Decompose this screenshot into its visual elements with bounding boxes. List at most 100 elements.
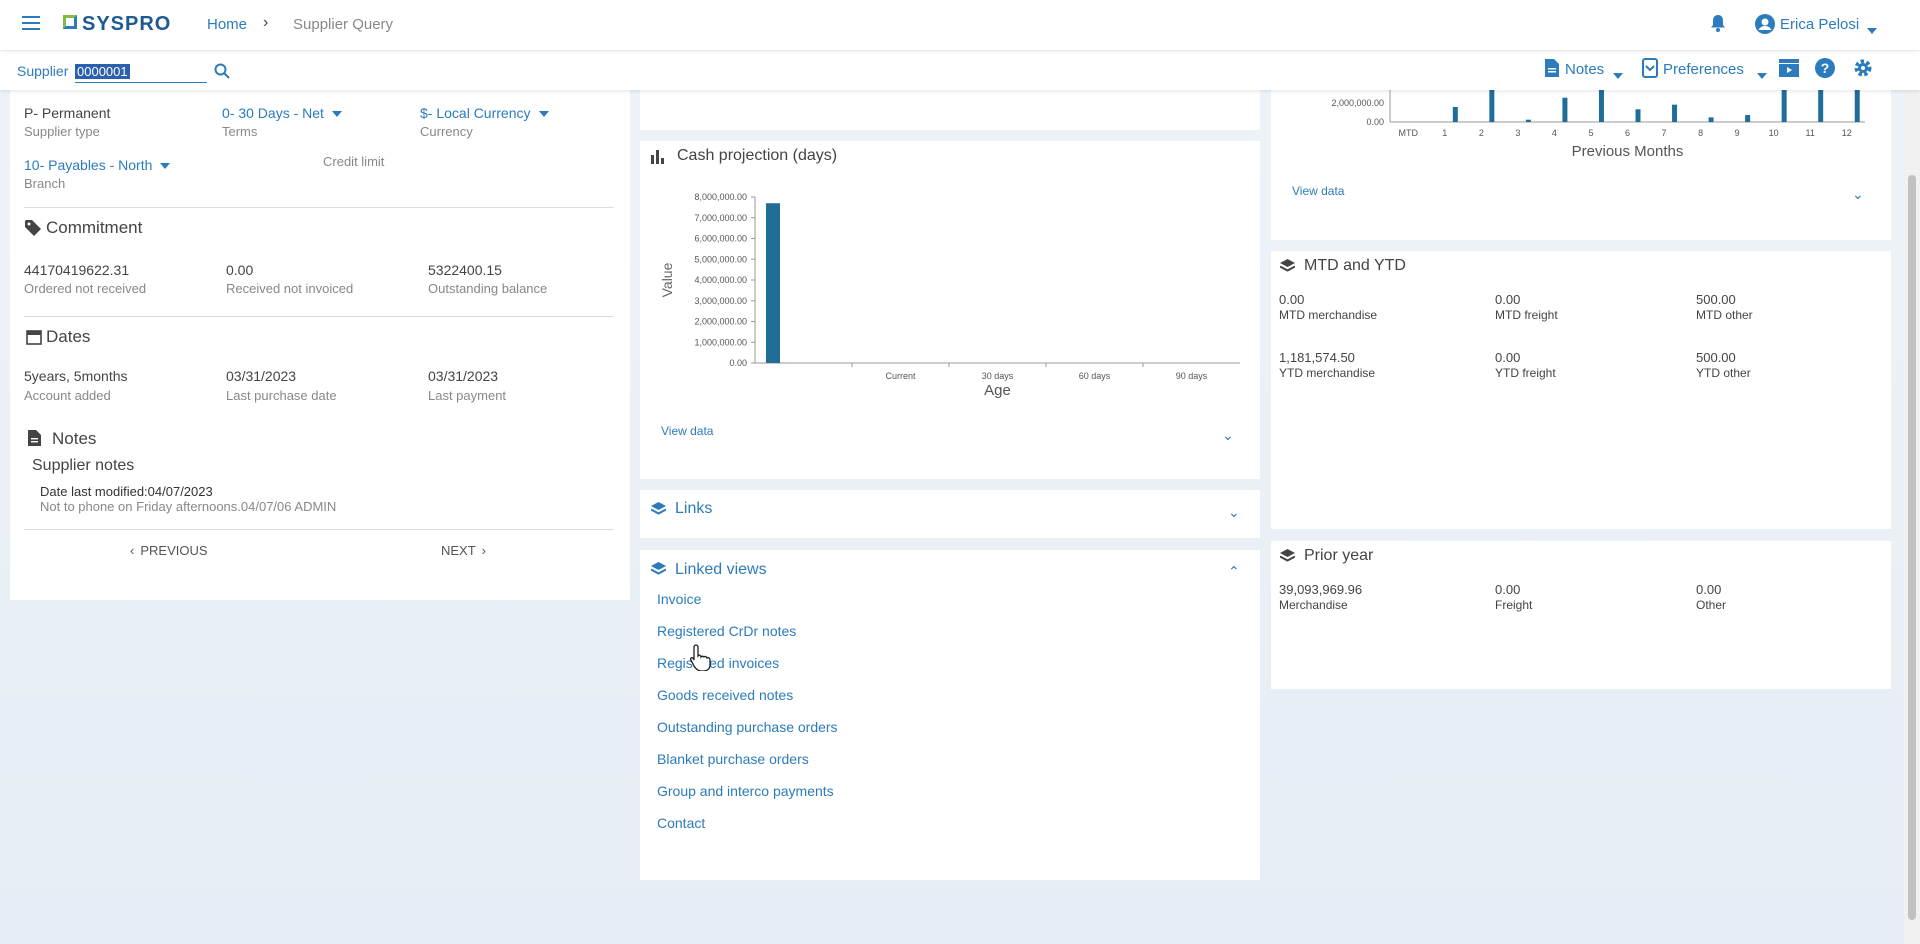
links-panel (640, 490, 1260, 538)
ytd-merchandise-value: 1,181,574.50 (1279, 350, 1355, 365)
bar (1489, 90, 1495, 122)
y-tick-label: 2,000,000.00 (1331, 98, 1384, 108)
bar (1854, 90, 1860, 122)
help-icon[interactable]: ? (1815, 58, 1835, 83)
links-title[interactable]: Links (675, 500, 712, 518)
x-tick-label: 10 (1769, 128, 1779, 138)
x-tick-label: 1 (1442, 128, 1447, 138)
cash-projection-view-data[interactable]: View data (661, 424, 713, 438)
bar (1452, 106, 1458, 122)
linked-view-blanket-purchase-orders[interactable]: Blanket purchase orders (657, 751, 809, 767)
last-purchase-date-label: Last purchase date (226, 388, 337, 403)
terms-dropdown[interactable]: 0- 30 Days - Net (222, 105, 342, 121)
bar (1672, 104, 1678, 122)
bar (1525, 119, 1531, 122)
dates-title: Dates (46, 327, 91, 346)
hand-cursor-icon (689, 643, 712, 676)
notes-date-modified: Date last modified:04/07/2023 (40, 484, 213, 499)
x-tick-label: 8 (1698, 128, 1703, 138)
last-payment-label: Last payment (428, 388, 507, 403)
syspro-logo-icon (63, 15, 77, 29)
clapper-icon[interactable] (1779, 59, 1799, 82)
notes-title: Notes (52, 429, 97, 448)
chevron-right-icon: › (263, 14, 269, 31)
bar-chart-icon (651, 150, 665, 169)
user-name[interactable]: Erica Pelosi (1780, 16, 1859, 33)
svg-text:?: ? (1821, 60, 1830, 76)
breadcrumb-current: Supplier Query (293, 16, 394, 33)
ytd-merchandise-label: YTD merchandise (1279, 366, 1376, 380)
previous-months-view-data[interactable]: View data (1292, 184, 1344, 198)
breadcrumb-home[interactable]: Home (207, 16, 247, 33)
supplier-input[interactable]: 0000001 (75, 59, 207, 83)
top-bar: SYSPRO Home › Supplier Query Erica Pelos… (0, 0, 1920, 50)
settings-gear-icon[interactable] (1853, 58, 1873, 83)
next-button[interactable]: NEXT › (441, 543, 486, 558)
chevron-left-icon: ‹ (130, 543, 135, 558)
prior-year-merchandise-value: 39,093,969.96 (1279, 582, 1363, 597)
bar (1745, 115, 1751, 122)
linked-view-goods-received-notes[interactable]: Goods received notes (657, 687, 793, 703)
supplier-label: Supplier (17, 63, 69, 79)
bar (1562, 97, 1568, 122)
terms-label: Terms (222, 124, 258, 139)
mtd-merchandise-value: 0.00 (1279, 292, 1305, 307)
chevron-down-icon[interactable]: ⌄ (1852, 186, 1864, 203)
linked-view-outstanding-purchase-orders[interactable]: Outstanding purchase orders (657, 719, 838, 735)
linked-view-registered-crdr-notes[interactable]: Registered CrDr notes (657, 623, 796, 639)
linked-views-title[interactable]: Linked views (675, 561, 767, 579)
x-tick-label: 7 (1662, 128, 1667, 138)
x-tick-label: 30 days (982, 371, 1014, 381)
linked-view-invoice[interactable]: Invoice (657, 591, 701, 607)
x-tick-label: 6 (1625, 128, 1630, 138)
divider (24, 529, 614, 530)
commitment-title: Commitment (46, 218, 143, 237)
received-not-invoiced-value: 0.00 (226, 262, 254, 278)
prior-year-other-label: Other (1696, 598, 1727, 612)
chevron-down-icon[interactable] (1867, 22, 1877, 40)
notes-dropdown-icon[interactable] (1613, 67, 1623, 85)
chevron-up-icon[interactable]: ⌄ (1228, 562, 1240, 579)
y-tick-label: 4,000,000.00 (694, 275, 747, 285)
linked-view-group-interco-payments[interactable]: Group and interco payments (657, 783, 834, 799)
scrollbar[interactable] (1904, 90, 1920, 944)
bar (1635, 109, 1641, 122)
bar (1598, 90, 1604, 122)
bell-icon[interactable] (1710, 14, 1726, 37)
y-tick-label: 8,000,000.00 (694, 192, 747, 202)
chevron-down-icon[interactable]: ⌄ (1228, 504, 1240, 521)
prior-year-other-value: 0.00 (1696, 582, 1722, 597)
y-tick-label: 5,000,000.00 (694, 254, 747, 264)
currency-dropdown[interactable]: $- Local Currency (420, 105, 549, 121)
logo[interactable]: SYSPRO (82, 13, 171, 36)
user-avatar-icon[interactable] (1755, 14, 1775, 39)
notes-text: Not to phone on Friday afternoons.04/07/… (40, 499, 337, 514)
bar (1708, 117, 1714, 122)
linked-view-contact[interactable]: Contact (657, 815, 705, 831)
x-axis-label: Previous Months (1572, 143, 1684, 160)
branch-dropdown[interactable]: 10- Payables - North (24, 157, 171, 173)
notes-icon[interactable] (1545, 59, 1559, 82)
tag-icon (25, 220, 41, 241)
prior-year-freight-value: 0.00 (1495, 582, 1521, 597)
scrollbar-thumb[interactable] (1908, 175, 1916, 920)
y-tick-label: 1,000,000.00 (694, 337, 747, 347)
previous-months-chart: 2,000,000.000.00MTD 1 2 3 4 5 6 7 8 9 10 11 12Previo… (1331, 90, 1865, 160)
previous-button[interactable]: ‹ PREVIOUS (130, 543, 208, 558)
preferences-dropdown-icon[interactable] (1757, 67, 1767, 85)
account-added-label: Account added (24, 388, 111, 403)
x-tick-label: 60 days (1079, 371, 1111, 381)
supplier-type-label: Supplier type (24, 124, 100, 139)
x-tick-label: 2 (1479, 128, 1484, 138)
menu-icon[interactable] (22, 16, 40, 30)
notes-button[interactable]: Notes (1565, 61, 1604, 78)
search-icon[interactable] (214, 63, 230, 84)
preferences-button[interactable]: Preferences (1663, 61, 1744, 78)
mtd-other-value: 500.00 (1696, 292, 1736, 307)
x-tick-label: 4 (1552, 128, 1557, 138)
chevron-down-icon[interactable]: ⌄ (1222, 427, 1234, 444)
linked-view-registered-invoices[interactable]: Registered invoices (657, 655, 779, 671)
preferences-icon[interactable] (1642, 58, 1658, 83)
bar (1818, 90, 1824, 122)
x-tick-label: 11 (1806, 128, 1815, 138)
